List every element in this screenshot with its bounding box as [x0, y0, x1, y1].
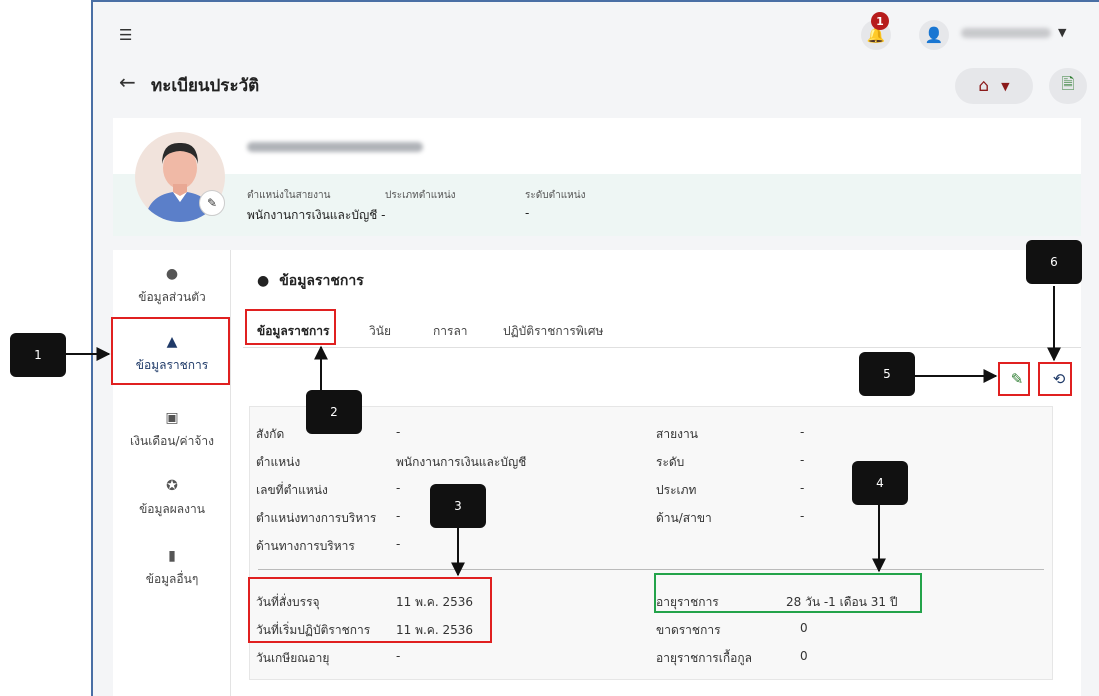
detail-value: 0	[800, 621, 808, 635]
sidebar-item-personal[interactable]: ● ข้อมูลส่วนตัว	[113, 266, 231, 307]
tab-special-duty[interactable]: ปฏิบัติราชการพิเศษ	[503, 322, 603, 341]
detail-value: -	[800, 481, 805, 495]
user-icon[interactable]: 👤	[919, 20, 949, 50]
sidebar-item-label: เงินเดือน/ค่าจ้าง	[130, 434, 214, 448]
callout-5: 5	[859, 352, 915, 396]
highlight-box-sidebar	[111, 317, 230, 385]
sidebar-item-label: ข้อมูลอื่นๆ	[145, 572, 199, 586]
tab-bar: ข้อมูลราชการ วินัย การลา ปฏิบัติราชการพิ…	[243, 310, 1081, 348]
highlight-box-dates	[248, 577, 492, 643]
app-window: ☰ 🔔 1 👤 ▼ ← ทะเบียนประวัติ ⌂ ▼ 🗎 ✎ ตำแหน…	[91, 0, 1099, 696]
person-icon: ●	[165, 266, 179, 282]
section-title-text: ข้อมูลราชการ	[279, 273, 364, 289]
sidebar-item-label: ข้อมูลผลงาน	[139, 502, 205, 516]
user-name-blurred[interactable]	[961, 28, 1051, 38]
callout-2: 2	[306, 390, 362, 434]
callout-3: 3	[430, 484, 486, 528]
detail-label: ประเภท	[656, 483, 697, 497]
detail-value: -	[396, 509, 401, 523]
profile-band	[113, 174, 1081, 236]
detail-label: ด้าน/สาขา	[656, 511, 712, 525]
chevron-down-icon[interactable]: ▼	[1058, 26, 1066, 39]
detail-value: -	[800, 425, 805, 439]
detail-label: ระดับ	[656, 455, 685, 469]
detail-label: เลขที่ตำแหน่ง	[256, 483, 328, 497]
sidebar-item-label: ข้อมูลส่วนตัว	[138, 290, 206, 304]
tab-leave[interactable]: การลา	[433, 322, 468, 341]
page-title: ทะเบียนประวัติ	[151, 76, 260, 96]
edit-avatar-icon[interactable]: ✎	[199, 190, 225, 216]
detail-value: -	[396, 649, 401, 663]
sidebar-item-performance[interactable]: ✪ ข้อมูลผลงาน	[113, 478, 231, 519]
back-arrow-icon[interactable]: ←	[119, 70, 136, 94]
callout-4: 4	[852, 461, 908, 505]
detail-value: พนักงานการเงินและบัญชี	[396, 455, 527, 469]
position-label: ตำแหน่งในสายงาน	[247, 190, 331, 201]
tab-discipline[interactable]: วินัย	[369, 322, 391, 341]
position-type-label: ประเภทตำแหน่ง	[385, 190, 456, 201]
callout-1: 1	[10, 333, 66, 377]
highlight-box-tab	[245, 309, 336, 345]
detail-label: ขาดราชการ	[656, 623, 721, 637]
medal-icon: ✪	[166, 478, 178, 494]
position-level-value: -	[525, 206, 530, 220]
section-title: ● ข้อมูลราชการ	[257, 270, 364, 292]
bookmark-icon: ▮	[168, 548, 176, 564]
highlight-box-service-age	[654, 573, 922, 613]
detail-label: สายงาน	[656, 427, 698, 441]
profile-card: ✎ ตำแหน่งในสายงาน ประเภทตำแหน่ง ระดับตำแ…	[113, 118, 1081, 236]
person-icon: ●	[257, 273, 270, 289]
sidebar-item-salary[interactable]: ▣ เงินเดือน/ค่าจ้าง	[113, 410, 231, 451]
divider	[258, 569, 1044, 570]
detail-label: สังกัด	[256, 427, 285, 441]
detail-label: ตำแหน่งทางการบริหาร	[256, 511, 377, 525]
home-icon: ⌂	[978, 76, 990, 96]
detail-value: 0	[800, 649, 808, 663]
highlight-box-history	[1038, 362, 1072, 396]
chevron-down-icon: ▼	[1001, 79, 1010, 93]
detail-label: ตำแหน่ง	[256, 455, 301, 469]
position-value: พนักงานการเงินและบัญชี -	[247, 208, 386, 222]
detail-value: -	[396, 537, 401, 551]
notification-badge: 1	[871, 12, 889, 30]
detail-label: วันเกษียณอายุ	[256, 651, 330, 665]
detail-value: -	[800, 453, 805, 467]
sidebar-item-other[interactable]: ▮ ข้อมูลอื่นๆ	[113, 548, 231, 589]
detail-value: -	[396, 425, 401, 439]
detail-label: อายุราชการเกื้อกูล	[656, 651, 752, 665]
highlight-box-edit	[998, 362, 1030, 396]
employee-name-blurred	[247, 142, 423, 152]
top-bar: ☰ 🔔 1 👤 ▼	[93, 2, 1099, 62]
collapse-menu-icon[interactable]: ☰	[119, 26, 132, 44]
document-icon[interactable]: 🗎	[1049, 68, 1087, 104]
position-level-label: ระดับตำแหน่ง	[525, 190, 586, 201]
detail-label: ด้านทางการบริหาร	[256, 539, 355, 553]
callout-6: 6	[1026, 240, 1082, 284]
home-dropdown-button[interactable]: ⌂ ▼	[955, 68, 1033, 104]
detail-value: -	[396, 481, 401, 495]
money-icon: ▣	[165, 410, 179, 426]
detail-value: -	[800, 509, 805, 523]
